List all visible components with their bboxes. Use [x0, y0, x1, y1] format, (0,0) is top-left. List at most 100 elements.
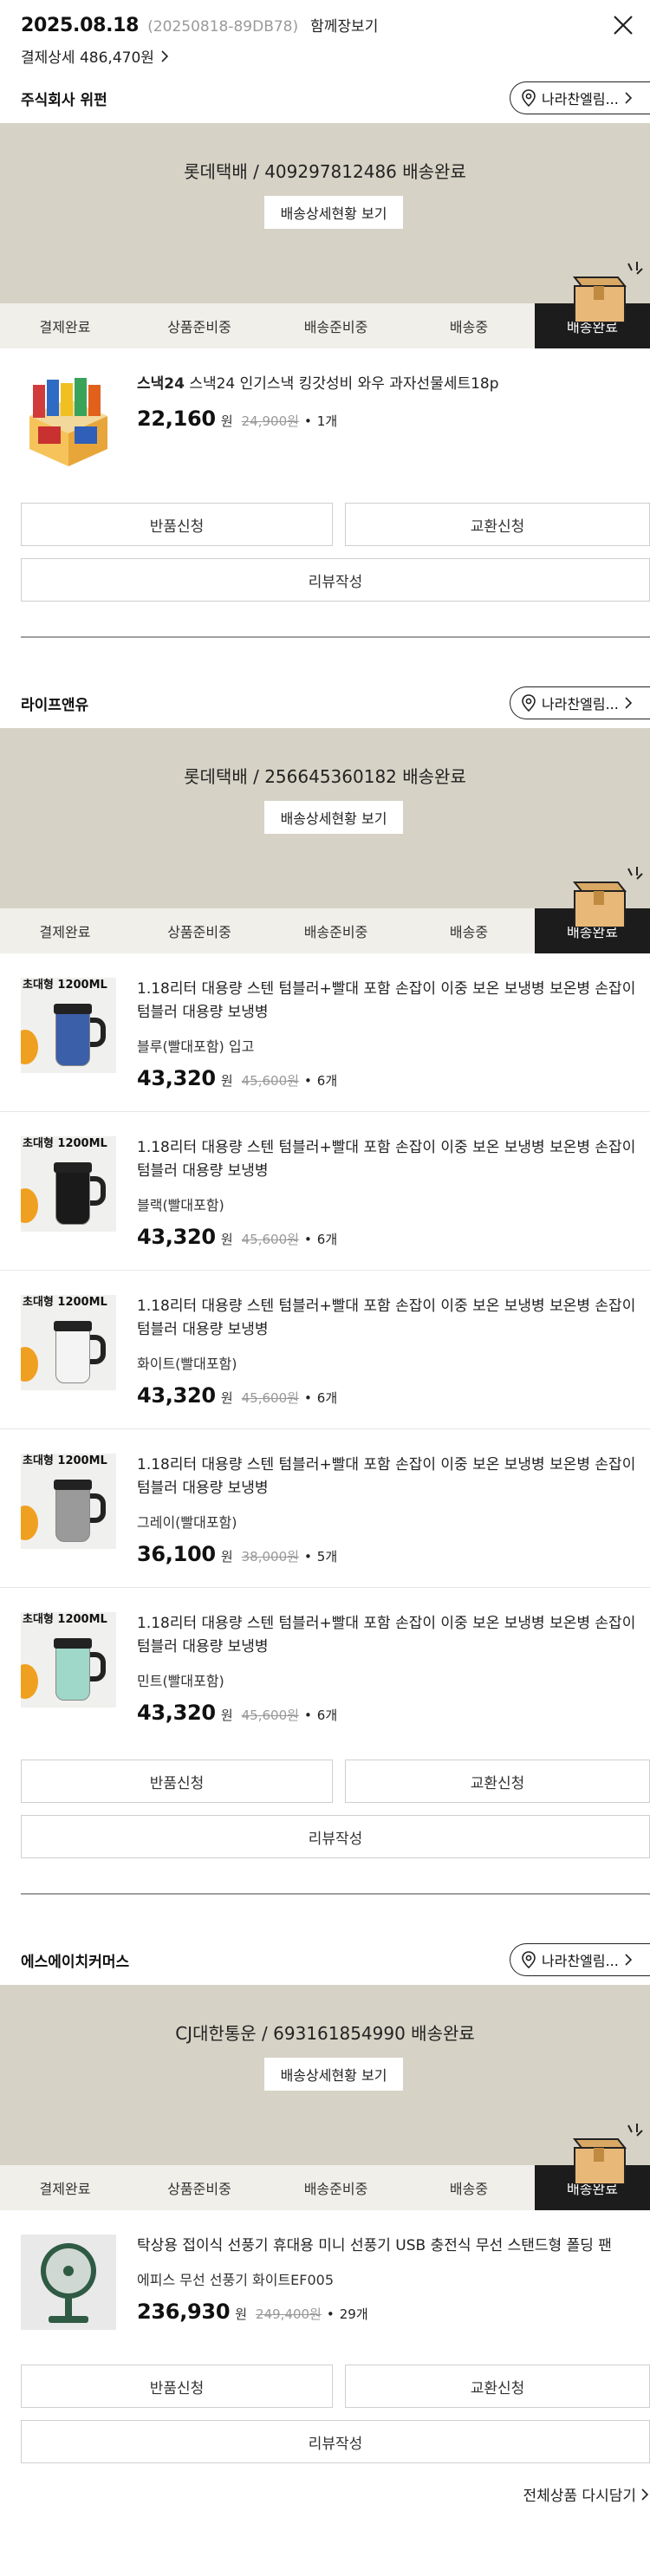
- product-image[interactable]: 초대형 1200ML: [21, 1612, 116, 1708]
- step-1: 결제완료: [39, 924, 91, 940]
- reorder-all-button[interactable]: 전체상품 다시담기: [523, 2483, 650, 2505]
- product-image[interactable]: 초대형 1200ML: [21, 1295, 116, 1390]
- product-item[interactable]: 초대형 1200ML 1.18리터 대용량 스텐 텀블러+빨대 포함 손잡이 이중…: [0, 1270, 650, 1428]
- separator-dot: •: [303, 1232, 312, 1247]
- seller-header: 주식회사 위펀 나라찬엘림...: [0, 73, 650, 123]
- product-item[interactable]: 초대형 1200ML 1.18리터 대용량 스텐 텀블러+빨대 포함 손잡이 이중…: [0, 1428, 650, 1587]
- thumb-caption: 초대형 1200ML: [23, 1613, 107, 1626]
- product-option: 에피스 무선 선풍기 화이트EF005: [137, 2272, 335, 2288]
- write-review-button[interactable]: 리뷰작성: [21, 1815, 650, 1858]
- step-3: 배송준비중: [303, 2181, 368, 2197]
- order-actions: 반품신청 교환신청리뷰작성: [0, 1746, 650, 1858]
- tracking-info: 롯데택배 / 409297812486 배송완료: [184, 161, 466, 182]
- tumbler-lid-shape: [54, 1321, 92, 1331]
- step-3: 배송준비중: [303, 319, 368, 335]
- product-item[interactable]: 초대형 1200ML 1.18리터 대용량 스텐 텀블러+빨대 포함 손잡이 이중…: [0, 953, 650, 1111]
- price-line: 43,320 원 45,600원 • 6개: [137, 1066, 640, 1090]
- return-request-button[interactable]: 반품신청: [21, 503, 333, 546]
- payment-detail-link[interactable]: 결제상세 486,470원: [21, 45, 629, 67]
- product-option: 그레이(빨대포함): [137, 1514, 237, 1531]
- tracking-detail-button[interactable]: 배송상세현황 보기: [264, 196, 403, 229]
- step-4: 배송중: [449, 319, 489, 335]
- product-title-text: 1.18리터 대용량 스텐 텀블러+빨대 포함 손잡이 이중 보온 보냉병 보온…: [137, 1139, 636, 1180]
- thumb-caption: 초대형 1200ML: [23, 1454, 107, 1467]
- exchange-request-button[interactable]: 교환신청: [345, 2365, 650, 2408]
- store-pickup-button[interactable]: 나라찬엘림...: [510, 81, 650, 114]
- price-line: 43,320 원 45,600원 • 6개: [137, 1383, 640, 1408]
- tracking-detail-button[interactable]: 배송상세현황 보기: [264, 801, 403, 834]
- store-pickup-button[interactable]: 나라찬엘림...: [510, 1943, 650, 1976]
- product-info: 1.18리터 대용량 스텐 텀블러+빨대 포함 손잡이 이중 보온 보냉병 보온…: [137, 1136, 640, 1249]
- separator-dot: •: [303, 413, 312, 429]
- tumbler-lid-shape: [54, 1004, 92, 1014]
- product-title[interactable]: 1.18리터 대용량 스텐 텀블러+빨대 포함 손잡이 이중 보온 보냉병 보온…: [137, 1454, 640, 1500]
- seller-header: 에스에이치커머스 나라찬엘림...: [0, 1935, 650, 1985]
- quantity: 6개: [316, 1708, 338, 1723]
- return-request-button[interactable]: 반품신청: [21, 1760, 333, 1803]
- product-title[interactable]: 1.18리터 대용량 스텐 텀블러+빨대 포함 손잡이 이중 보온 보냉병 보온…: [137, 1295, 640, 1342]
- store-button-label: 나라찬엘림...: [542, 91, 619, 107]
- seller-section: 주식회사 위펀 나라찬엘림... 롯데택배 / 409297812486 배송완료배…: [0, 73, 650, 602]
- store-button-label: 나라찬엘림...: [542, 696, 619, 712]
- together-shopping-button[interactable]: 함께장보기: [310, 14, 378, 36]
- seller-name: 라이프앤유: [21, 696, 89, 714]
- sale-price: 43,320: [137, 1701, 216, 1725]
- product-option: 블루(빨대포함) 입고: [137, 1038, 255, 1055]
- step-1: 결제완료: [39, 2181, 91, 2197]
- product-image[interactable]: [21, 373, 116, 468]
- delivery-steps: 결제완료 상품준비중 배송준비중 배송중 배송완료: [0, 2165, 650, 2210]
- payment-detail-label: 결제상세 486,470원: [21, 49, 154, 67]
- order-date: 2025.08.18: [21, 15, 140, 36]
- separator-dot: •: [303, 1549, 312, 1564]
- quantity: 6개: [316, 1073, 338, 1089]
- action-row: 반품신청 교환신청: [21, 2365, 650, 2408]
- product-item[interactable]: 스낵24 스낵24 인기스낵 킹갓성비 와우 과자선물세트18p 22,160 원 2…: [0, 348, 650, 489]
- product-title[interactable]: 1.18리터 대용량 스텐 텀블러+빨대 포함 손잡이 이중 보온 보냉병 보온…: [137, 1612, 640, 1659]
- order-detail-page: 2025.08.18 (20250818-89DB78) 함께장보기 결제상세 …: [0, 0, 650, 2512]
- product-item[interactable]: 초대형 1200ML 1.18리터 대용량 스텐 텀블러+빨대 포함 손잡이 이중…: [0, 1111, 650, 1270]
- exchange-request-button[interactable]: 교환신청: [345, 1760, 650, 1803]
- return-request-button[interactable]: 반품신청: [21, 2365, 333, 2408]
- tumbler-body-shape: [55, 1011, 90, 1066]
- product-image[interactable]: 초대형 1200ML: [21, 1136, 116, 1232]
- product-title[interactable]: 1.18리터 대용량 스텐 텀블러+빨대 포함 손잡이 이중 보온 보냉병 보온…: [137, 978, 640, 1025]
- location-pin-icon: [522, 89, 536, 107]
- separator-dot: •: [326, 2306, 335, 2322]
- product-image[interactable]: 초대형 1200ML: [21, 978, 116, 1073]
- product-image[interactable]: 초대형 1200ML: [21, 1454, 116, 1549]
- quantity: 6개: [316, 1232, 338, 1247]
- store-pickup-button[interactable]: 나라찬엘림...: [510, 686, 650, 719]
- product-image[interactable]: [21, 2234, 116, 2330]
- product-title[interactable]: 탁상용 접이식 선풍기 휴대용 미니 선풍기 USB 충전식 무선 스탠드형 폴…: [137, 2234, 640, 2258]
- thumb-caption: 초대형 1200ML: [23, 1137, 107, 1150]
- footer: 전체상품 다시담기: [0, 2463, 650, 2512]
- product-item[interactable]: 초대형 1200ML 1.18리터 대용량 스텐 텀블러+빨대 포함 손잡이 이중…: [0, 1587, 650, 1746]
- sale-price: 43,320: [137, 1066, 216, 1090]
- tracking-detail-button[interactable]: 배송상세현황 보기: [264, 2058, 403, 2091]
- product-title-text: 스낵24 인기스낵 킹갓성비 와우 과자선물세트18p: [184, 375, 499, 393]
- product-title[interactable]: 1.18리터 대용량 스텐 텀블러+빨대 포함 손잡이 이중 보온 보냉병 보온…: [137, 1136, 640, 1183]
- write-review-button[interactable]: 리뷰작성: [21, 2420, 650, 2463]
- seller-name: 에스에이치커머스: [21, 1953, 130, 1971]
- original-price: 45,600원: [241, 1232, 299, 1247]
- order-header: 2025.08.18 (20250818-89DB78) 함께장보기 결제상세 …: [0, 0, 650, 73]
- step-2: 상품준비중: [167, 924, 231, 940]
- currency-unit: 원: [220, 413, 233, 429]
- step-4: 배송중: [449, 924, 489, 940]
- product-title-text: 탁상용 접이식 선풍기 휴대용 미니 선풍기 USB 충전식 무선 스탠드형 폴…: [137, 2237, 612, 2254]
- product-item[interactable]: 탁상용 접이식 선풍기 휴대용 미니 선풍기 USB 충전식 무선 스탠드형 폴…: [0, 2210, 650, 2351]
- delivered-box-icon: [572, 2124, 643, 2184]
- product-title-text: 1.18리터 대용량 스텐 텀블러+빨대 포함 손잡이 이중 보온 보냉병 보온…: [137, 1298, 636, 1338]
- product-title-text: 1.18리터 대용량 스텐 텀블러+빨대 포함 손잡이 이중 보온 보냉병 보온…: [137, 1615, 636, 1656]
- price-line: 43,320 원 45,600원 • 6개: [137, 1701, 640, 1725]
- currency-unit: 원: [220, 1708, 233, 1723]
- tracking-banner: CJ대한통운 / 693161854990 배송완료 배송상세현황 보기: [0, 1985, 650, 2184]
- write-review-button[interactable]: 리뷰작성: [21, 558, 650, 602]
- separator-dot: •: [303, 1708, 312, 1723]
- exchange-request-button[interactable]: 교환신청: [345, 503, 650, 546]
- close-icon[interactable]: [610, 12, 636, 38]
- snack-box-image: [21, 373, 116, 468]
- product-title[interactable]: 스낵24 스낵24 인기스낵 킹갓성비 와우 과자선물세트18p: [137, 373, 640, 396]
